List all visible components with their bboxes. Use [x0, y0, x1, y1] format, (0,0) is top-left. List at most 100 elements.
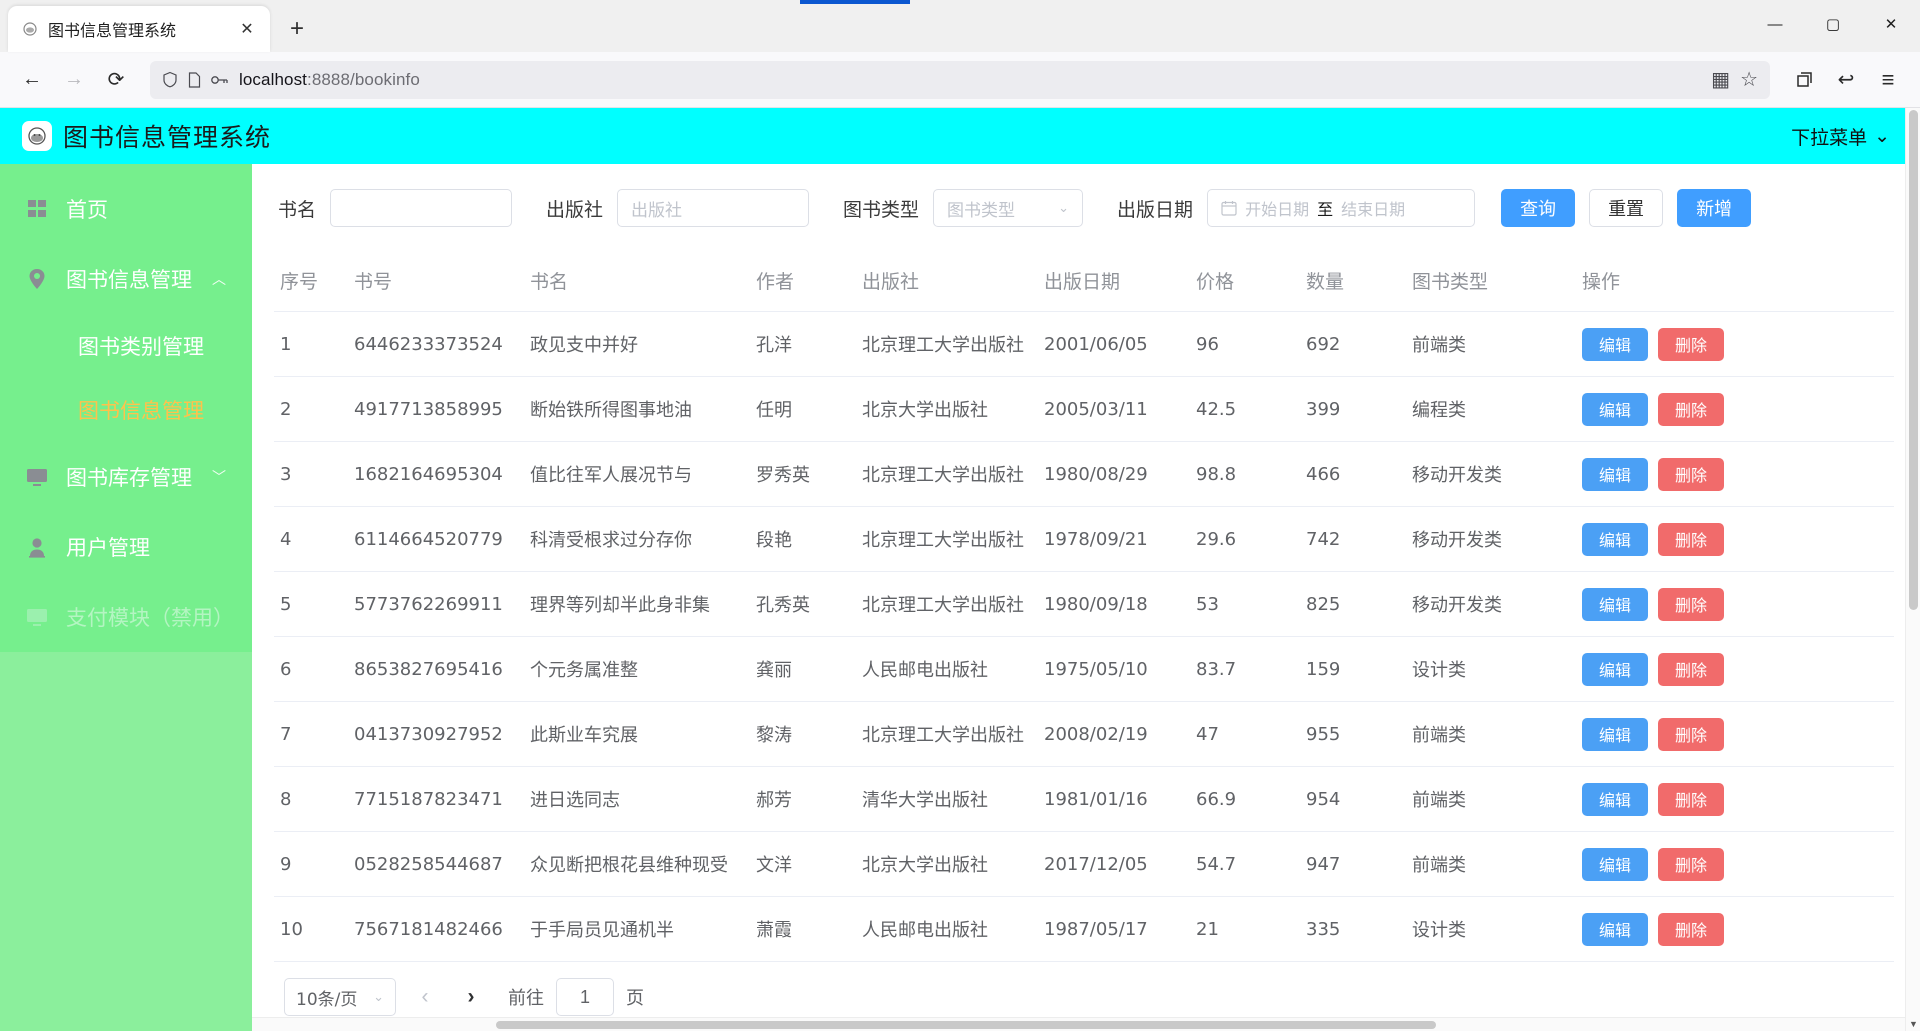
- page-info-icon[interactable]: [188, 71, 201, 88]
- column-header-quantity: 数量: [1306, 271, 1345, 293]
- cell-quantity: 954: [1306, 788, 1341, 810]
- edit-button[interactable]: 编辑: [1582, 652, 1649, 686]
- edit-button[interactable]: 编辑: [1582, 847, 1649, 881]
- history-back-icon[interactable]: ↩: [1828, 62, 1864, 98]
- key-icon[interactable]: [211, 74, 229, 86]
- tab-favicon-icon: [20, 19, 40, 39]
- back-icon[interactable]: ←: [14, 62, 50, 98]
- cell-pubdate: 1975/05/10: [1044, 658, 1148, 680]
- sidebar-item-user-management[interactable]: 用户管理: [0, 512, 252, 582]
- edit-button[interactable]: 编辑: [1582, 912, 1649, 946]
- delete-button[interactable]: 删除: [1658, 652, 1725, 686]
- user-icon: [26, 536, 48, 558]
- sidebar-item-book-stock-management[interactable]: 图书库存管理 ﹀: [0, 442, 252, 512]
- shield-icon[interactable]: [162, 71, 178, 88]
- table-row: 8 7715187823471 进日选同志 郝芳 清华大学出版社 1981/01/16 66…: [274, 767, 1894, 832]
- location-pin-icon: [26, 268, 48, 290]
- vertical-scrollbar-thumb[interactable]: [1909, 110, 1918, 610]
- cell-quantity: 335: [1306, 918, 1341, 940]
- delete-button[interactable]: 删除: [1658, 717, 1725, 751]
- cell-publisher: 北京理工大学出版社: [862, 595, 1024, 616]
- delete-button[interactable]: 删除: [1658, 587, 1725, 621]
- cell-price: 21: [1196, 918, 1219, 940]
- sidebar-item-home[interactable]: 首页: [0, 174, 252, 244]
- table-row: 10 7567181482466 于手局员见通机半 萧霞 人民邮电出版社 1987/05/…: [274, 897, 1894, 962]
- tab-close-icon[interactable]: ✕: [236, 18, 258, 40]
- monitor-icon: [26, 466, 48, 488]
- delete-button[interactable]: 删除: [1658, 327, 1725, 361]
- edit-button[interactable]: 编辑: [1582, 522, 1649, 556]
- browser-tab[interactable]: 图书信息管理系统 ✕: [8, 6, 270, 52]
- cell-price: 29.6: [1196, 528, 1237, 550]
- cell-quantity: 399: [1306, 398, 1341, 420]
- cell-booktype: 移动开发类: [1412, 465, 1502, 486]
- extensions-icon[interactable]: [1786, 62, 1822, 98]
- bookmark-star-icon[interactable]: ☆: [1740, 67, 1758, 92]
- delete-button[interactable]: 删除: [1658, 522, 1725, 556]
- app-menu-icon[interactable]: ≡: [1870, 62, 1906, 98]
- sidebar-item-book-category-management[interactable]: 图书类别管理: [0, 314, 252, 378]
- cell-operations: 编辑 删除: [1582, 327, 1894, 361]
- cell-price: 53: [1196, 593, 1219, 615]
- cell-price: 42.5: [1196, 398, 1237, 420]
- scroll-down-icon[interactable]: ▼: [1906, 1017, 1920, 1031]
- search-button[interactable]: 查询: [1501, 189, 1576, 227]
- booktype-select[interactable]: 图书类型 ⌄: [933, 189, 1084, 227]
- edit-button[interactable]: 编辑: [1582, 717, 1649, 751]
- delete-button[interactable]: 删除: [1658, 457, 1725, 491]
- pubdate-range-picker[interactable]: 开始日期 至 结束日期: [1207, 189, 1476, 227]
- reset-button[interactable]: 重置: [1589, 189, 1664, 227]
- cell-author: 罗秀英: [756, 465, 810, 486]
- pubdate-range-separator: 至: [1317, 202, 1334, 219]
- next-page-button[interactable]: ›: [454, 980, 488, 1014]
- window-maximize-button[interactable]: ▢: [1804, 0, 1862, 48]
- reload-icon[interactable]: ⟳: [98, 62, 134, 98]
- window-minimize-button[interactable]: —: [1746, 0, 1804, 48]
- delete-button[interactable]: 删除: [1658, 847, 1725, 881]
- header-dropdown-menu[interactable]: 下拉菜单 ⌄: [1791, 123, 1898, 150]
- vertical-scrollbar[interactable]: ▲ ▼: [1905, 108, 1920, 1031]
- add-button[interactable]: 新增: [1677, 189, 1752, 227]
- edit-button[interactable]: 编辑: [1582, 782, 1649, 816]
- browser-toolbar: ← → ⟳ localhost:8888/bookinfo ▦ ☆ ↩ ≡: [0, 52, 1920, 108]
- cell-price: 83.7: [1196, 658, 1237, 680]
- qr-code-icon[interactable]: ▦: [1711, 67, 1730, 92]
- chevron-up-icon: ︿: [212, 272, 226, 288]
- delete-button[interactable]: 删除: [1658, 912, 1725, 946]
- cell-quantity: 692: [1306, 333, 1341, 355]
- forward-icon[interactable]: →: [56, 62, 92, 98]
- column-header-author: 作者: [756, 271, 795, 293]
- cell-bookname: 理界等列却半此身非集: [530, 595, 710, 616]
- cell-index: 2: [280, 398, 292, 420]
- cell-publisher: 人民邮电出版社: [862, 920, 988, 941]
- delete-button[interactable]: 删除: [1658, 392, 1725, 426]
- cell-operations: 编辑 删除: [1582, 392, 1894, 426]
- cell-booktype: 前端类: [1412, 335, 1466, 356]
- cell-author: 黎涛: [756, 725, 792, 746]
- edit-button[interactable]: 编辑: [1582, 392, 1649, 426]
- cell-pubdate: 2017/12/05: [1044, 853, 1148, 875]
- bookname-input[interactable]: [330, 189, 513, 227]
- page-size-select[interactable]: 10条/页 ⌄: [284, 978, 396, 1016]
- edit-button[interactable]: 编辑: [1582, 457, 1649, 491]
- cell-author: 郝芳: [756, 790, 792, 811]
- delete-button[interactable]: 删除: [1658, 782, 1725, 816]
- cell-index: 5: [280, 593, 292, 615]
- goto-page-input[interactable]: 1: [556, 978, 614, 1016]
- new-tab-button[interactable]: +: [280, 12, 314, 46]
- cell-booktype: 设计类: [1412, 920, 1466, 941]
- sidebar-filler: [0, 652, 252, 1031]
- cell-index: 8: [280, 788, 292, 810]
- horizontal-scrollbar-thumb[interactable]: [496, 1021, 1436, 1029]
- cell-isbn: 5773762269911: [354, 593, 503, 615]
- prev-page-button[interactable]: ‹: [408, 980, 442, 1014]
- publisher-input[interactable]: 出版社: [617, 189, 810, 227]
- cell-author: 孔秀英: [756, 595, 810, 616]
- address-bar[interactable]: localhost:8888/bookinfo ▦ ☆: [150, 60, 1770, 99]
- window-close-button[interactable]: ✕: [1862, 0, 1920, 48]
- edit-button[interactable]: 编辑: [1582, 587, 1649, 621]
- sidebar-item-book-info-management-active[interactable]: 图书信息管理: [0, 378, 252, 442]
- edit-button[interactable]: 编辑: [1582, 327, 1649, 361]
- sidebar-item-book-info-management[interactable]: 图书信息管理 ︿: [0, 244, 252, 314]
- horizontal-scrollbar[interactable]: [252, 1017, 1920, 1031]
